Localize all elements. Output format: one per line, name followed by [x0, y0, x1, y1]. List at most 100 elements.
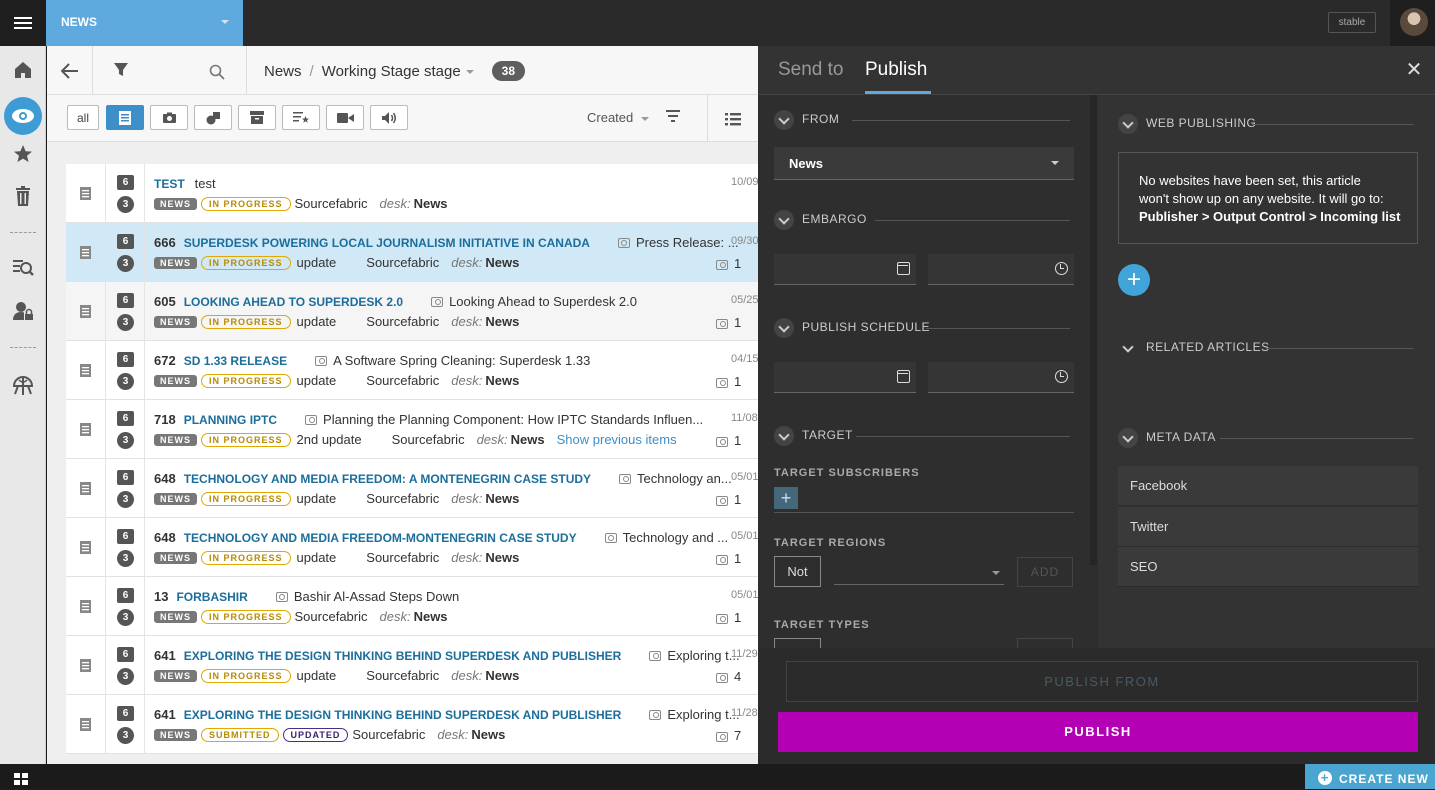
web-publishing-toggle[interactable]: WEB PUBLISHING	[1118, 114, 1256, 134]
filter-highlight-button[interactable]	[282, 105, 320, 130]
table-row[interactable]: 6 3 641 EXPLORING THE DESIGN THINKING BEHIN…	[66, 695, 758, 754]
desk-value: News	[471, 727, 506, 742]
version-info: 63	[107, 223, 145, 281]
status-badge: UPDATED	[282, 728, 349, 742]
target-section-toggle[interactable]: TARGET	[774, 426, 853, 446]
embargo-date-input[interactable]	[774, 254, 916, 285]
table-row[interactable]: 6 3 718 PLANNING IPTC Planning the Planning …	[66, 400, 758, 459]
version-badge: 6	[117, 470, 134, 485]
schedule-date-input[interactable]	[774, 362, 916, 393]
breadcrumb-root[interactable]: News	[264, 63, 302, 80]
item-headline: Bashir Al-Assad Steps Down	[293, 589, 460, 604]
add-region-button[interactable]: ADD	[1017, 557, 1073, 587]
version-info: 63	[107, 636, 145, 694]
camera-icon	[649, 710, 662, 720]
create-new-button[interactable]: + CREATE NEW	[1305, 764, 1435, 789]
status-badge: NEWS	[154, 375, 197, 387]
text-icon	[66, 341, 106, 399]
embargo-time-input[interactable]	[928, 254, 1074, 285]
filter-graphic-button[interactable]	[194, 105, 232, 130]
close-icon[interactable]: ✕	[1404, 60, 1424, 80]
chevron-down-icon[interactable]	[465, 70, 474, 75]
star-icon[interactable]	[9, 140, 37, 168]
meta-item-twitter[interactable]: Twitter	[1118, 507, 1418, 547]
chevron-down-icon	[992, 571, 1000, 575]
embargo-section-toggle[interactable]: EMBARGO	[774, 210, 867, 230]
back-arrow-icon[interactable]	[47, 46, 93, 95]
publish-from-button[interactable]: PUBLISH FROM	[786, 661, 1418, 702]
chevron-down-icon	[641, 116, 650, 121]
from-desk-select[interactable]: News	[774, 147, 1074, 180]
media-count: 4	[734, 669, 742, 684]
calendar-icon[interactable]	[897, 370, 910, 383]
menu-icon[interactable]	[0, 0, 46, 46]
filter-video-button[interactable]	[326, 105, 364, 130]
from-label: FROM	[802, 112, 840, 127]
table-row[interactable]: 6 3 TEST test NEWS IN PROGRESS Sourcefabric des…	[66, 164, 758, 223]
meta-data-toggle[interactable]: META DATA	[1118, 428, 1216, 448]
item-date: 11/29	[731, 648, 758, 660]
filter-all-button[interactable]: all	[67, 105, 99, 130]
globe-icon[interactable]	[9, 372, 37, 400]
eye-icon[interactable]	[4, 97, 42, 135]
table-row[interactable]: 6 3 666 SUPERDESK POWERING LOCAL JOURNALISM…	[66, 223, 758, 282]
filter-icon[interactable]	[106, 58, 136, 82]
table-row[interactable]: 6 3 648 TECHNOLOGY AND MEDIA FREEDOM: A MON…	[66, 459, 758, 518]
desk-label: desk:	[437, 727, 469, 742]
user-lock-icon[interactable]	[9, 297, 37, 325]
status-badge: NEWS	[154, 552, 197, 564]
item-date: 11/28	[731, 707, 758, 719]
version-badge: 6	[117, 529, 134, 544]
filter-text-button[interactable]	[106, 105, 144, 130]
add-type-button[interactable]	[1017, 638, 1073, 648]
status-badge: NEWS	[154, 670, 197, 682]
revision-badge: 3	[117, 550, 134, 567]
avatar[interactable]	[1400, 8, 1428, 36]
not-toggle-button[interactable]	[774, 638, 821, 648]
meta-item-seo[interactable]: SEO	[1118, 547, 1418, 587]
add-subscriber-button[interactable]: +	[774, 487, 798, 509]
archive-icon	[250, 111, 264, 124]
table-row[interactable]: 6 3 672 SD 1.33 RELEASE A Software Spring Cl…	[66, 341, 758, 400]
table-row[interactable]: 6 3 13 FORBASHIR Bashir Al-Assad Steps Down N…	[66, 577, 758, 636]
chevron-down-icon	[774, 210, 794, 230]
target-label: TARGET	[802, 428, 853, 443]
search-icon[interactable]	[203, 60, 231, 84]
scrollbar[interactable]	[1090, 95, 1097, 565]
clock-icon[interactable]	[1055, 262, 1068, 275]
clock-icon[interactable]	[1055, 370, 1068, 383]
filter-picture-button[interactable]	[150, 105, 188, 130]
list-view-icon[interactable]	[707, 95, 758, 142]
text-icon	[66, 223, 106, 281]
show-previous-link[interactable]: Show previous items	[557, 432, 677, 447]
search-list-icon[interactable]	[9, 254, 37, 282]
tab-send-to[interactable]: Send to	[778, 59, 844, 81]
table-row[interactable]: 6 3 605 LOOKING AHEAD TO SUPERDESK 2.0 Looki…	[66, 282, 758, 341]
text-icon	[66, 400, 106, 458]
text-icon	[66, 518, 106, 576]
meta-item-facebook[interactable]: Facebook	[1118, 466, 1418, 506]
region-select[interactable]	[834, 559, 1004, 585]
filter-audio-button[interactable]	[370, 105, 408, 130]
tab-publish[interactable]: Publish	[865, 59, 927, 81]
sort-direction-icon[interactable]	[664, 108, 684, 126]
calendar-icon[interactable]	[897, 262, 910, 275]
version-badge: 6	[117, 588, 134, 603]
from-section-toggle[interactable]: FROM	[774, 110, 839, 130]
table-row[interactable]: 6 3 648 TECHNOLOGY AND MEDIA FREEDOM-MONTEN…	[66, 518, 758, 577]
publish-button[interactable]: PUBLISH	[778, 712, 1418, 752]
desk-selector[interactable]: NEWS	[46, 0, 243, 46]
schedule-time-input[interactable]	[928, 362, 1074, 393]
home-icon[interactable]	[9, 56, 37, 84]
add-website-button[interactable]: +	[1118, 264, 1150, 296]
sort-dropdown[interactable]: Created	[587, 110, 650, 125]
desk-value: News	[485, 255, 520, 270]
filter-composite-button[interactable]	[238, 105, 276, 130]
grid-icon[interactable]	[14, 772, 28, 785]
related-articles-toggle[interactable]: RELATED ARTICLES	[1118, 338, 1270, 358]
breadcrumb-stage[interactable]: Working Stage stage	[322, 63, 461, 80]
table-row[interactable]: 6 3 641 EXPLORING THE DESIGN THINKING BEHIN…	[66, 636, 758, 695]
schedule-section-toggle[interactable]: PUBLISH SCHEDULE	[774, 318, 930, 338]
not-toggle-button[interactable]: Not	[774, 556, 821, 587]
trash-icon[interactable]	[9, 182, 37, 210]
